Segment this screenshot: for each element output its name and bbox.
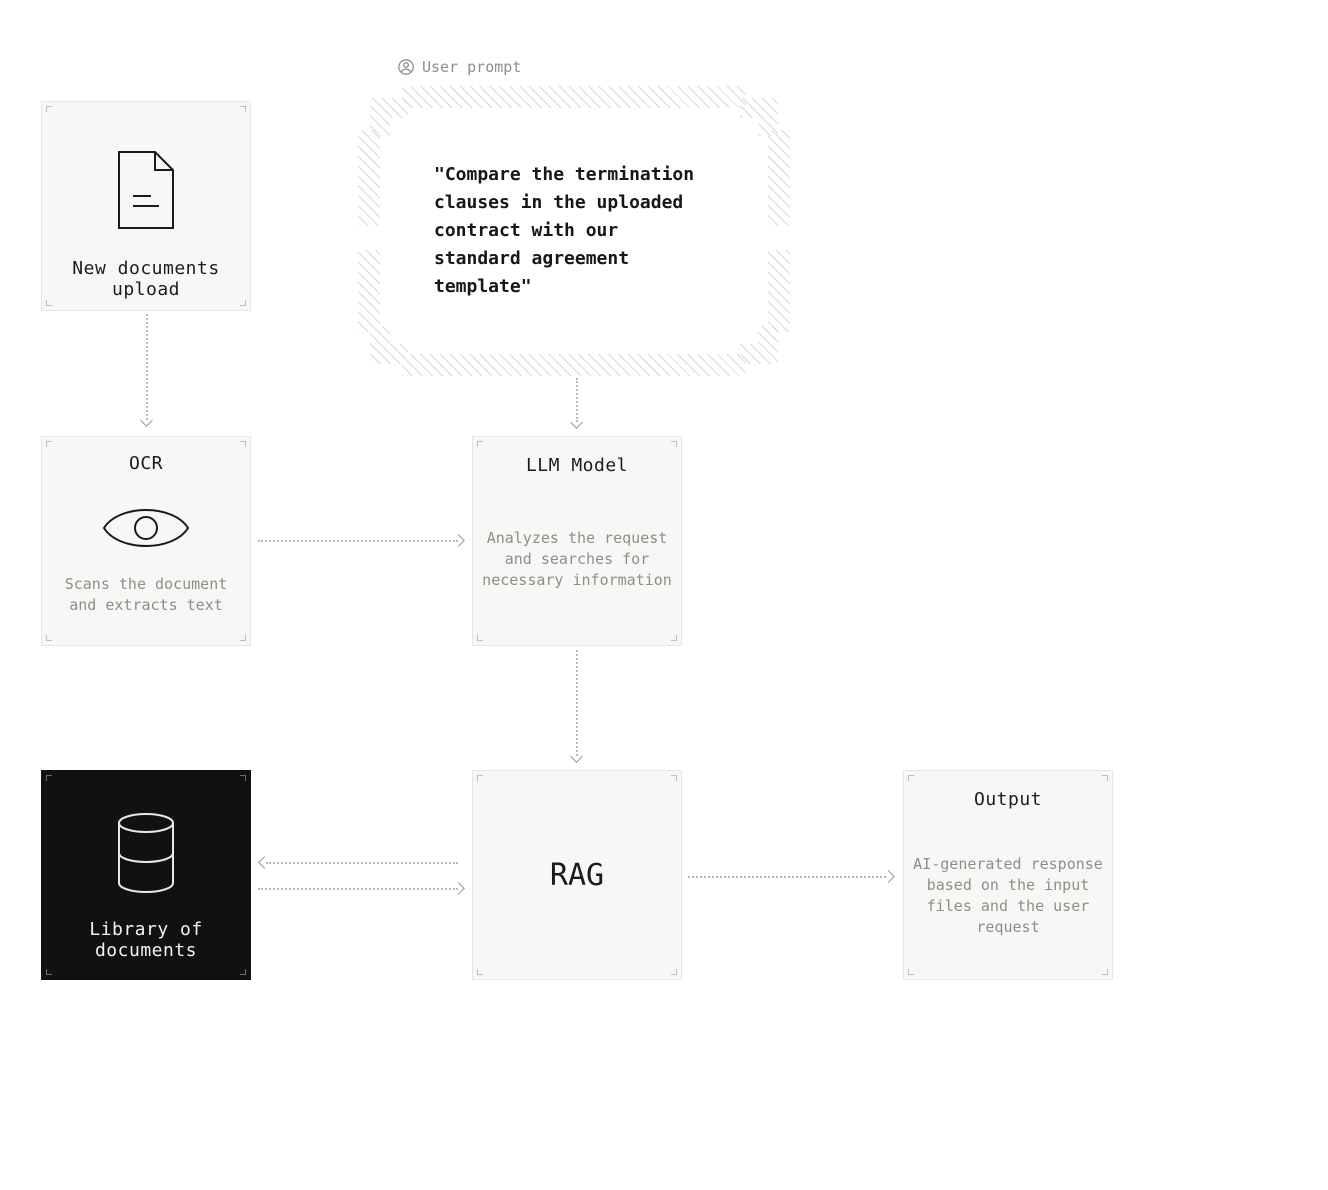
llm-title: LLM Model: [526, 455, 628, 476]
arrow-ocr-to-llm: [258, 540, 458, 542]
diagram-canvas: User prompt "Compare the termination cla…: [0, 0, 1328, 1190]
user-prompt-text: "Compare the termination clauses in the …: [434, 161, 714, 300]
upload-title: New documents upload: [61, 258, 231, 300]
output-title: Output: [974, 789, 1042, 810]
arrow-upload-to-ocr: [146, 314, 148, 420]
eye-icon: [101, 500, 191, 556]
llm-card: LLM Model Analyzes the request and searc…: [472, 436, 682, 646]
database-icon: [115, 813, 177, 893]
arrow-head: [452, 882, 465, 895]
arrow-rag-to-output: [688, 876, 886, 878]
user-prompt-label-text: User prompt: [422, 58, 521, 76]
arrow-head: [882, 870, 895, 883]
document-icon: [115, 150, 177, 230]
arrow-head: [570, 416, 583, 429]
ocr-title: OCR: [129, 453, 163, 474]
user-icon: [398, 59, 414, 75]
rag-card: RAG: [472, 770, 682, 980]
arrow-head: [258, 856, 271, 869]
arrow-rag-to-library: [266, 862, 458, 864]
library-card: Library of documents: [41, 770, 251, 980]
ocr-sub: Scans the document and extracts text: [56, 574, 236, 616]
library-title: Library of documents: [61, 919, 231, 961]
user-prompt-card: "Compare the termination clauses in the …: [358, 86, 790, 376]
arrow-library-to-rag: [258, 888, 458, 890]
arrow-head: [140, 414, 153, 427]
llm-sub: Analyzes the request and searches for ne…: [482, 528, 672, 591]
output-card: Output AI-generated response based on th…: [903, 770, 1113, 980]
rag-title: RAG: [550, 858, 604, 893]
output-sub: AI-generated response based on the input…: [913, 854, 1103, 938]
ocr-card: OCR Scans the document and extracts text: [41, 436, 251, 646]
arrow-llm-to-rag: [576, 650, 578, 756]
arrow-head: [452, 534, 465, 547]
upload-card: New documents upload: [41, 101, 251, 311]
user-prompt-body: "Compare the termination clauses in the …: [390, 118, 758, 344]
arrow-head: [570, 750, 583, 763]
user-prompt-label: User prompt: [398, 58, 521, 76]
